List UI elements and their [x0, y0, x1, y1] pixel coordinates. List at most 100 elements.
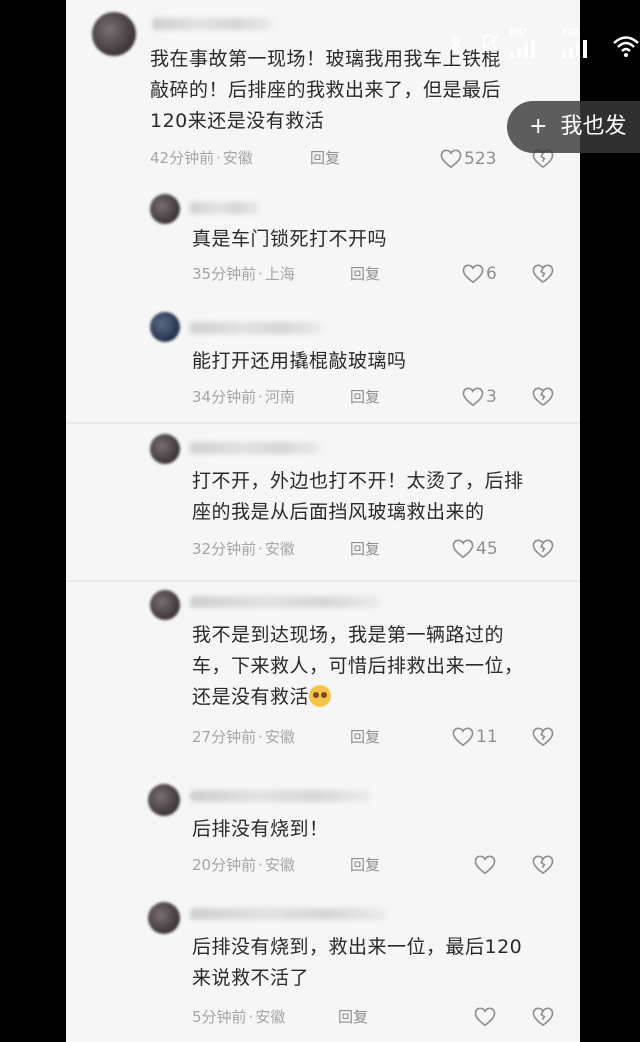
avatar[interactable] — [150, 194, 180, 224]
avatar[interactable] — [150, 434, 180, 464]
username-blurred[interactable] — [190, 202, 260, 214]
comment-line: 敲碎的！后排座的我救出来了，但是最后 — [150, 79, 502, 101]
comment-line: 我不是到达现场，我是第一辆路过的 — [192, 624, 505, 646]
comment-time: 34分钟前 — [192, 388, 257, 406]
comment-location: 安徽 — [255, 1008, 286, 1026]
comment-reply: 打不开，外边也打不开！太烫了，后排 座的我是从后面挡风玻璃救出来的 32分钟前 ·… — [66, 424, 580, 580]
like-button[interactable]: 523 — [440, 147, 496, 171]
meta-separator: · — [258, 728, 263, 746]
mute-icon — [480, 34, 499, 54]
comment-meta: 34分钟前 · 河南 — [192, 386, 295, 408]
username-blurred[interactable] — [190, 908, 386, 920]
comment-list: 我在事故第一现场！玻璃我用我车上铁棍 敲碎的！后排座的我救出来了，但是最后 12… — [66, 0, 580, 1042]
comment-line: 还是没有救活 — [192, 686, 310, 708]
comment-line: 来说救不活了 — [192, 967, 310, 989]
bluetooth-icon — [449, 34, 461, 54]
comment-reply: 后排没有烧到，救出来一位，最后120 来说救不活了 5分钟前 · 安徽 回复 — [66, 892, 580, 1042]
username-blurred[interactable] — [190, 596, 380, 608]
comment-reply: 我不是到达现场，我是第一辆路过的 车，下来救人，可惜后排救出来一位， 还是没有救… — [66, 582, 580, 772]
avatar[interactable] — [148, 784, 180, 816]
like-button[interactable]: 45 — [452, 537, 498, 561]
heart-icon — [440, 149, 462, 169]
comment-text: 打不开，外边也打不开！太烫了，后排 座的我是从后面挡风玻璃救出来的 — [192, 466, 572, 528]
username-blurred[interactable] — [190, 442, 320, 454]
comment-text: 能打开还用撬棍敲玻璃吗 — [192, 346, 562, 377]
like-button[interactable]: 11 — [452, 725, 498, 749]
reply-button[interactable]: 回复 — [350, 726, 380, 748]
broken-heart-icon[interactable] — [532, 539, 554, 559]
reply-button[interactable]: 回复 — [350, 263, 380, 285]
comment-text: 我不是到达现场，我是第一辆路过的 车，下来救人，可惜后排救出来一位， 还是没有救… — [192, 620, 572, 713]
comment-text: 后排没有烧到，救出来一位，最后120 来说救不活了 — [192, 932, 572, 994]
username-blurred[interactable] — [152, 18, 272, 30]
comment-location: 河南 — [264, 388, 295, 406]
comment-meta: 32分钟前 · 安徽 — [192, 538, 295, 560]
comment-meta: 27分钟前 · 安徽 — [192, 726, 295, 748]
comment-reply: 真是车门锁死打不开吗 35分钟前 · 上海 回复 6 — [66, 186, 580, 302]
comment-time: 20分钟前 — [192, 856, 257, 874]
avatar[interactable] — [92, 12, 136, 56]
hd-label: HD — [562, 27, 579, 38]
comment-reply: 能打开还用撬棍敲玻璃吗 34分钟前 · 河南 回复 3 — [66, 302, 580, 422]
username-blurred[interactable] — [190, 322, 322, 334]
avatar[interactable] — [150, 312, 180, 342]
comment-text: 真是车门锁死打不开吗 — [192, 224, 562, 255]
like-count: 11 — [476, 727, 498, 747]
reply-button[interactable]: 回复 — [350, 386, 380, 408]
meta-separator: · — [216, 149, 221, 167]
username-blurred[interactable] — [190, 790, 370, 802]
avatar[interactable] — [148, 902, 180, 934]
broken-heart-icon[interactable] — [532, 264, 554, 284]
like-button[interactable] — [474, 853, 498, 877]
like-button[interactable]: 6 — [462, 262, 497, 286]
emoji-icon — [309, 685, 332, 707]
comment-location: 安徽 — [264, 540, 295, 558]
broken-heart-icon[interactable] — [532, 855, 554, 875]
like-count: 45 — [476, 539, 498, 559]
comment-meta: 42分钟前 · 安徽 — [150, 147, 253, 169]
broken-heart-icon[interactable] — [532, 727, 554, 747]
plus-icon: + — [529, 114, 548, 139]
broken-heart-icon[interactable] — [532, 1007, 554, 1027]
signal-icon — [562, 40, 587, 58]
comment-line: 能打开还用撬棍敲玻璃吗 — [192, 350, 407, 372]
comment-line: 后排没有烧到，救出来一位，最后120 — [192, 936, 523, 958]
signal-icon — [510, 40, 535, 58]
hd-label: HD — [510, 27, 527, 38]
comment-meta: 20分钟前 · 安徽 — [192, 854, 295, 876]
like-button[interactable] — [474, 1005, 498, 1029]
reply-button[interactable]: 回复 — [350, 854, 380, 876]
heart-icon — [474, 855, 496, 875]
heart-icon — [474, 1007, 496, 1027]
comment-line: 座的我是从后面挡风玻璃救出来的 — [192, 501, 485, 523]
comment-line: 后排没有烧到！ — [192, 818, 329, 840]
meta-separator: · — [258, 388, 263, 406]
broken-heart-icon[interactable] — [532, 387, 554, 407]
like-button[interactable]: 3 — [462, 385, 497, 409]
comment-location: 安徽 — [264, 728, 295, 746]
comment-meta: 5分钟前 · 安徽 — [192, 1006, 285, 1028]
comment-time: 42分钟前 — [150, 149, 215, 167]
meta-separator: · — [248, 1008, 254, 1026]
comment-location: 上海 — [264, 265, 295, 283]
heart-icon — [462, 264, 484, 284]
reply-button[interactable]: 回复 — [338, 1006, 368, 1028]
wifi-icon — [613, 36, 639, 57]
reply-button[interactable]: 回复 — [350, 538, 380, 560]
meta-separator: · — [258, 540, 263, 558]
comment-line: 车，下来救人，可惜后排救出来一位， — [192, 655, 524, 677]
comment-location: 安徽 — [264, 856, 295, 874]
meta-separator: · — [258, 856, 263, 874]
avatar[interactable] — [150, 590, 180, 620]
comment-reply: 后排没有烧到！ 20分钟前 · 安徽 回复 — [66, 772, 580, 892]
comment-time: 5分钟前 — [192, 1008, 247, 1026]
comment-line-with-emoji: 还是没有救活 — [192, 682, 572, 713]
like-count: 523 — [464, 149, 497, 169]
reply-button[interactable]: 回复 — [310, 147, 340, 169]
comment-time: 27分钟前 — [192, 728, 257, 746]
comment-line: 打不开，外边也打不开！太烫了，后排 — [192, 470, 524, 492]
post-comment-button[interactable]: + 我也发 — [507, 101, 640, 153]
heart-icon — [462, 387, 484, 407]
comment-time: 35分钟前 — [192, 265, 257, 283]
status-bar: HD HD — [444, 26, 640, 66]
